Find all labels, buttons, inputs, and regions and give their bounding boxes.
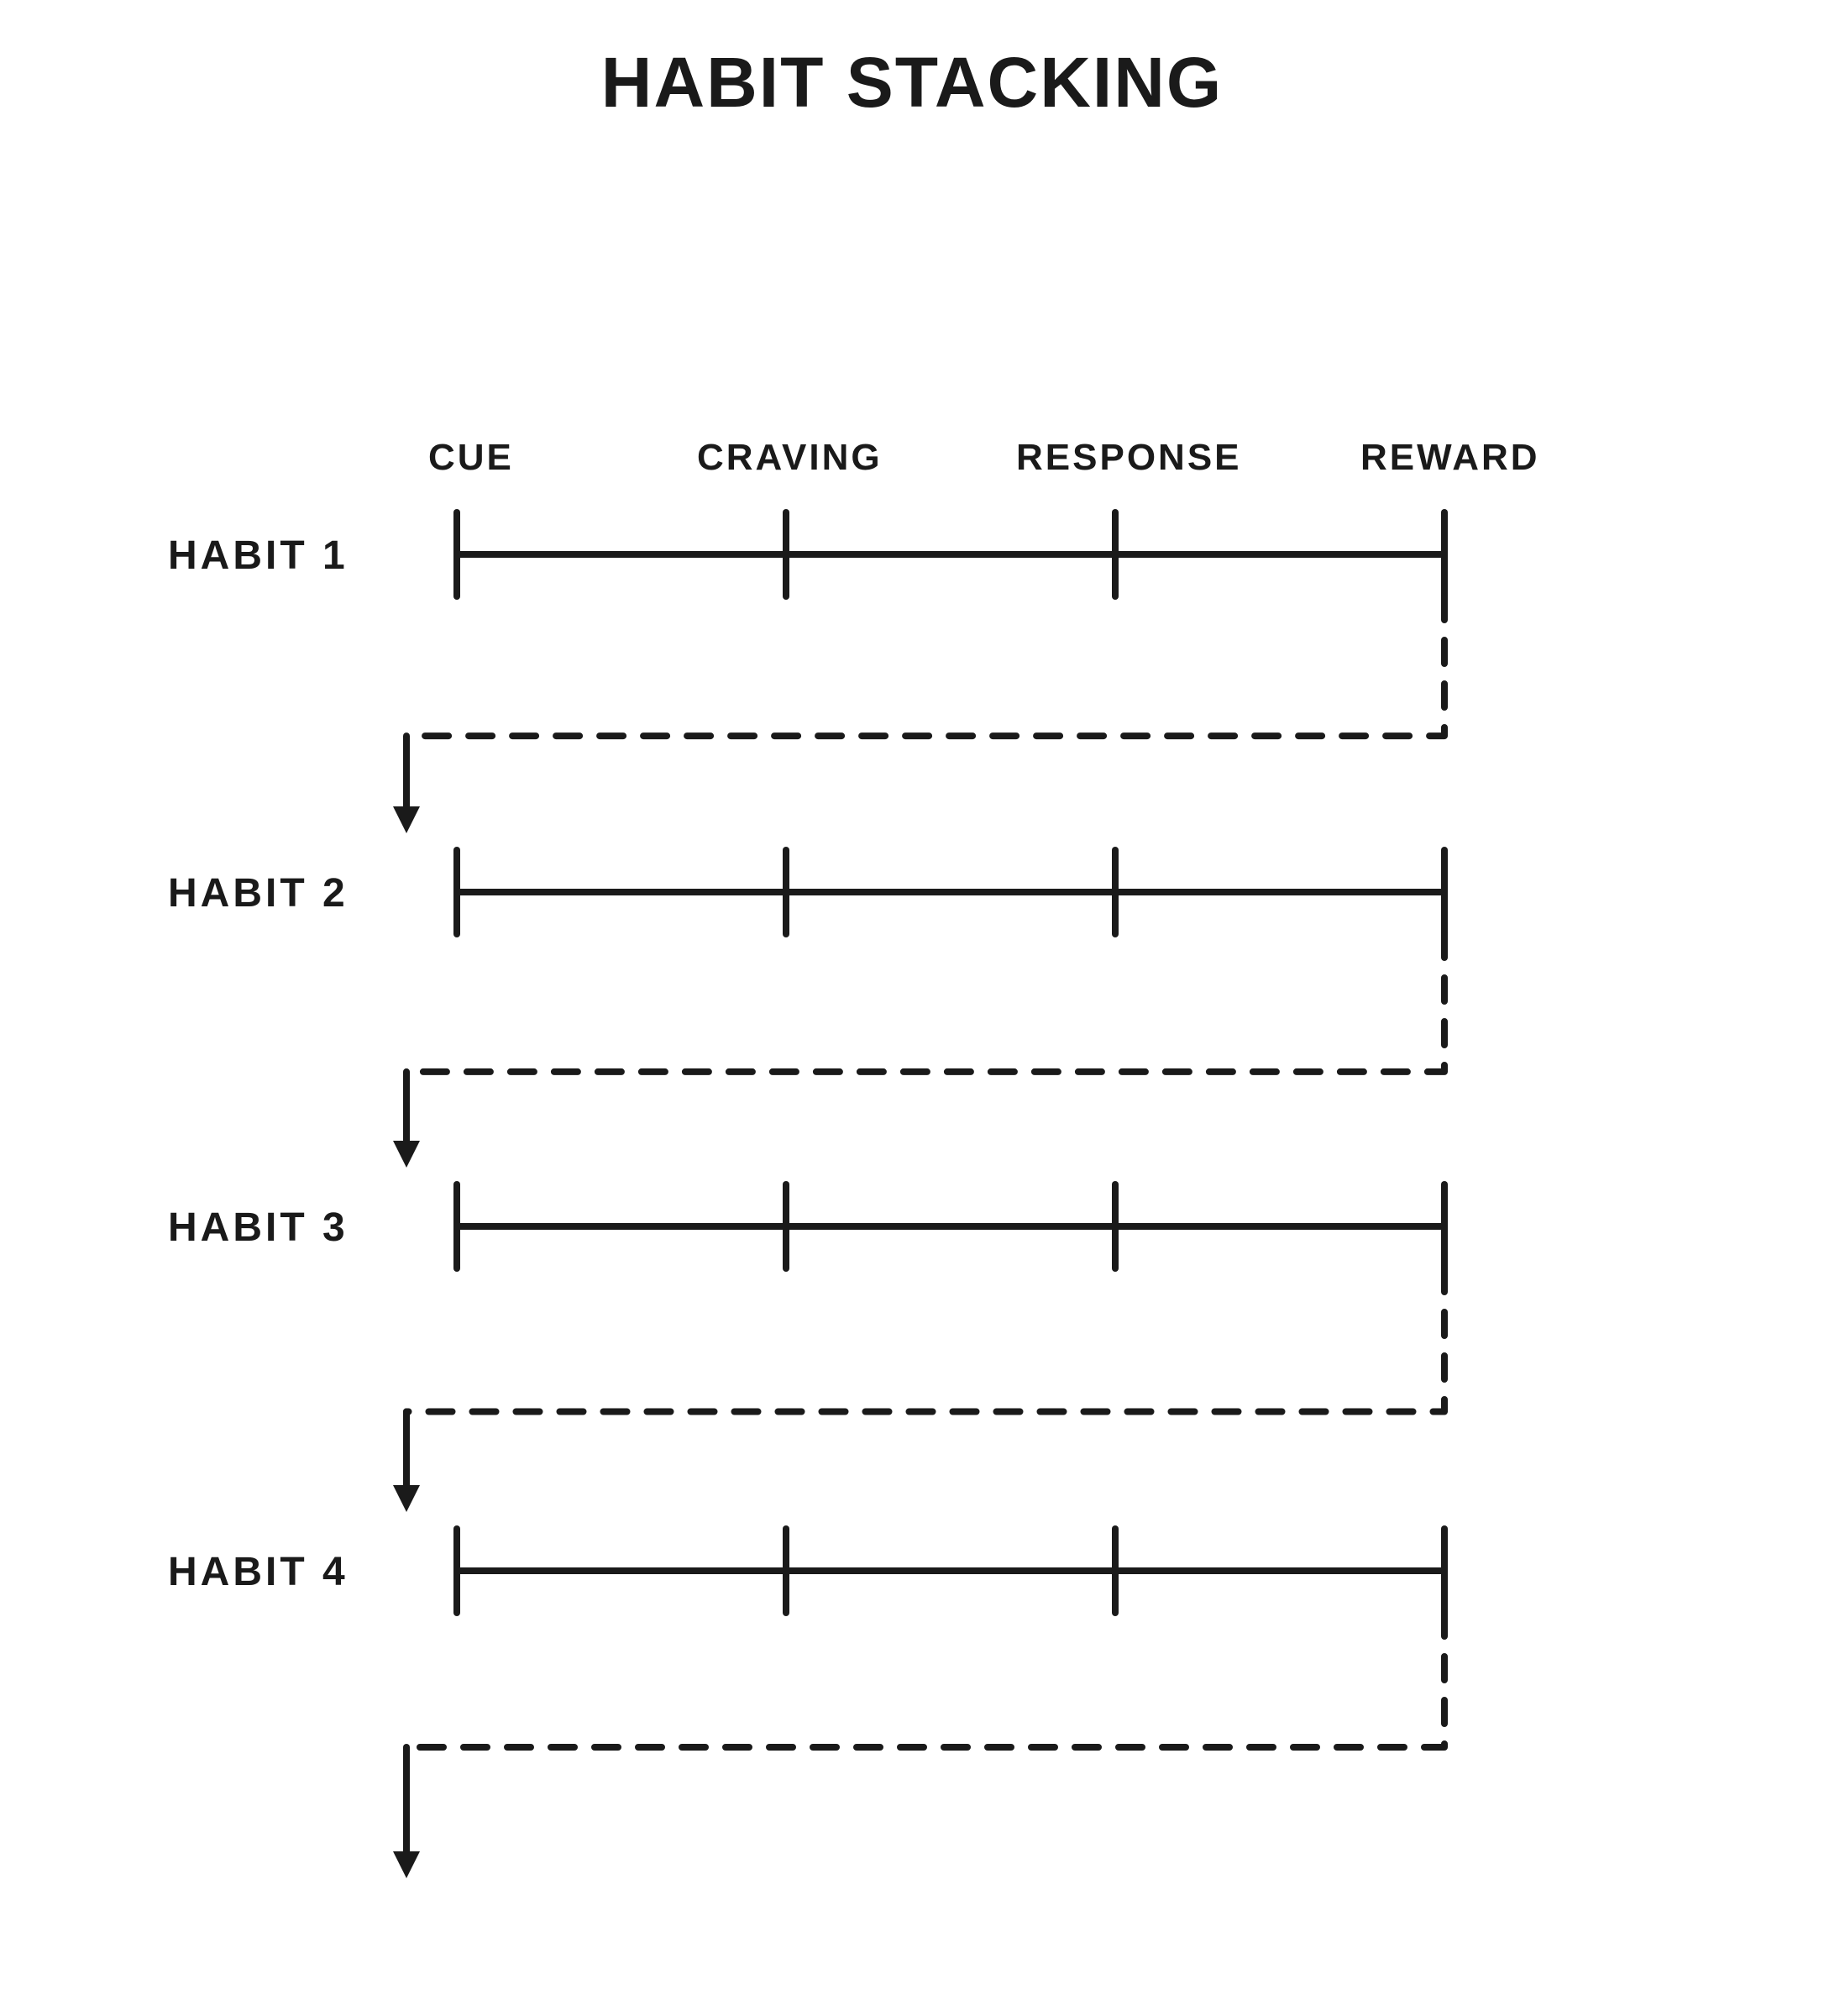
habit-stacking-diagram: CUE CRAVING RESPONSE REWARD HABIT 1 HABI… [0, 0, 1824, 2016]
diagram-svg [0, 0, 1824, 2016]
